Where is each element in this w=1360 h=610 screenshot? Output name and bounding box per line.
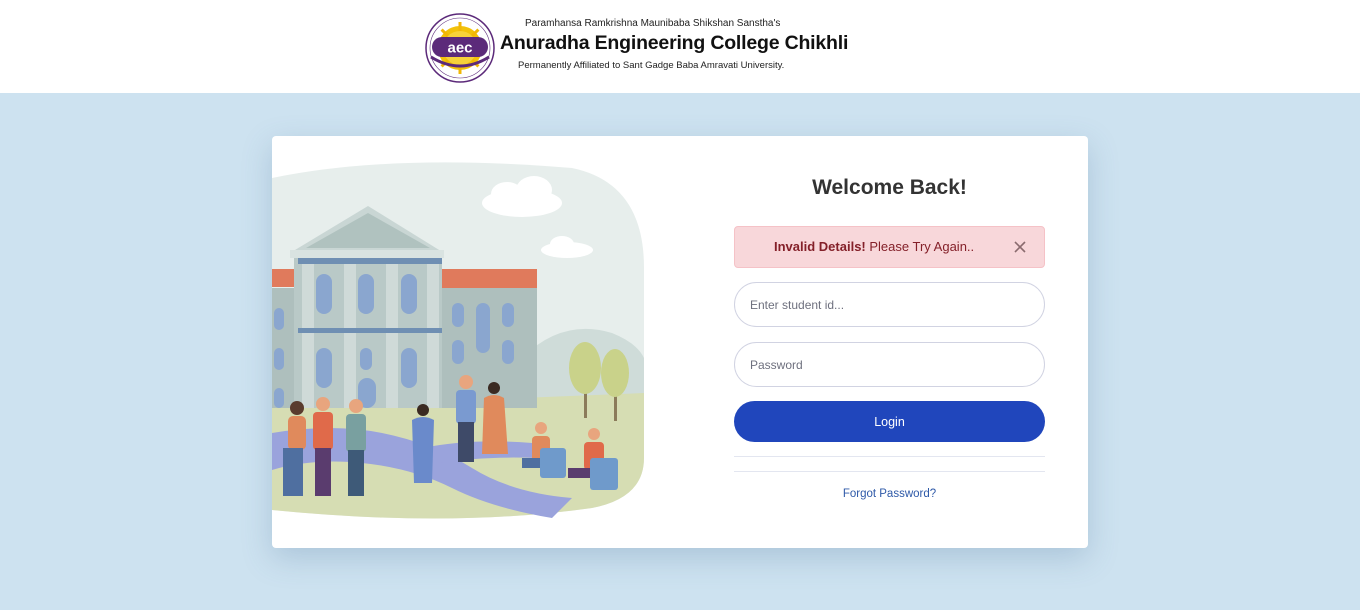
password-input[interactable] — [734, 342, 1045, 387]
error-alert: Invalid Details! Please Try Again.. — [734, 226, 1045, 268]
college-seal-logo: aec — [425, 13, 495, 83]
trust-name: Paramhansa Ramkrishna Maunibaba Shikshan… — [525, 18, 781, 29]
forgot-password-link[interactable]: Forgot Password? — [734, 488, 1045, 500]
alert-detail: Please Try Again.. — [865, 239, 975, 254]
affiliation-text: Permanently Affiliated to Sant Gadge Bab… — [518, 60, 785, 71]
alert-message: Invalid Details! Please Try Again.. — [774, 239, 974, 254]
student-id-input[interactable] — [734, 282, 1045, 327]
top-header: aec Paramhansa Ramkrishna Maunibaba Shik… — [0, 0, 1360, 93]
close-icon[interactable] — [1010, 237, 1030, 257]
alert-strong: Invalid Details! — [774, 239, 866, 254]
divider — [734, 456, 1045, 457]
login-button[interactable]: Login — [734, 401, 1045, 442]
login-form: Welcome Back! Invalid Details! Please Tr… — [734, 136, 1045, 548]
login-card: Welcome Back! Invalid Details! Please Tr… — [272, 136, 1088, 548]
college-name: Anuradha Engineering College Chikhli — [500, 32, 849, 54]
divider — [734, 471, 1045, 472]
college-brand: aec Paramhansa Ramkrishna Maunibaba Shik… — [423, 13, 853, 83]
campus-illustration — [272, 162, 644, 519]
welcome-heading: Welcome Back! — [812, 176, 967, 199]
logo-text: aec — [447, 40, 472, 57]
